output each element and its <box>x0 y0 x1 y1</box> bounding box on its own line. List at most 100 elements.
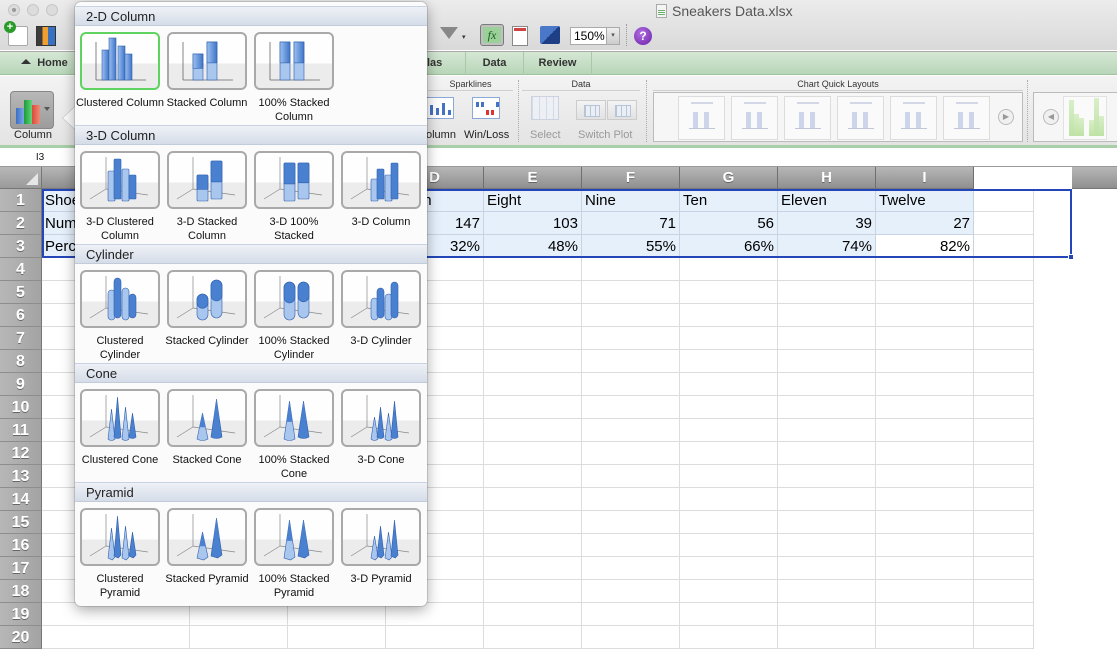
cell[interactable] <box>484 465 582 488</box>
cell[interactable] <box>974 557 1034 580</box>
cell[interactable] <box>484 488 582 511</box>
cell-g3[interactable]: 66% <box>680 235 778 258</box>
chart-type-3-d-column-button[interactable] <box>341 151 421 209</box>
cell[interactable] <box>876 465 974 488</box>
cell[interactable] <box>876 488 974 511</box>
quick-layout-thumb[interactable] <box>784 96 831 140</box>
zoom-window-button[interactable] <box>46 4 58 16</box>
row-header-15[interactable]: 15 <box>0 511 42 534</box>
cell[interactable] <box>582 488 680 511</box>
help-icon[interactable]: ? <box>634 27 652 45</box>
cell[interactable] <box>778 534 876 557</box>
cell[interactable] <box>680 488 778 511</box>
cell[interactable] <box>876 419 974 442</box>
cell[interactable] <box>484 442 582 465</box>
zoom-dropdown-icon[interactable]: ▾ <box>606 28 619 44</box>
cell[interactable] <box>876 580 974 603</box>
column-header-f[interactable]: F <box>582 167 680 189</box>
column-header-j[interactable] <box>1072 167 1117 189</box>
cell[interactable] <box>974 465 1034 488</box>
cell[interactable] <box>582 626 680 649</box>
cell[interactable] <box>778 281 876 304</box>
name-box[interactable]: I3 <box>0 151 80 167</box>
row-header-16[interactable]: 16 <box>0 534 42 557</box>
quick-layout-thumb[interactable] <box>837 96 884 140</box>
cell[interactable] <box>778 557 876 580</box>
cell[interactable] <box>680 557 778 580</box>
cell[interactable] <box>680 580 778 603</box>
cell[interactable] <box>876 626 974 649</box>
cell[interactable] <box>778 580 876 603</box>
cell[interactable] <box>778 327 876 350</box>
cell[interactable] <box>484 350 582 373</box>
row-header-12[interactable]: 12 <box>0 442 42 465</box>
cell[interactable] <box>974 603 1034 626</box>
cell[interactable] <box>484 580 582 603</box>
cell[interactable] <box>42 626 190 649</box>
cell[interactable] <box>582 557 680 580</box>
tab-data[interactable]: Data <box>466 52 524 75</box>
cell[interactable] <box>484 557 582 580</box>
switch-plot-rows-icon[interactable] <box>576 100 606 120</box>
cell[interactable] <box>974 281 1034 304</box>
cell[interactable] <box>778 258 876 281</box>
cell[interactable] <box>484 281 582 304</box>
cell[interactable] <box>778 419 876 442</box>
cell[interactable] <box>778 626 876 649</box>
cell-f2[interactable]: 71 <box>582 212 680 235</box>
cell[interactable] <box>484 626 582 649</box>
cell[interactable] <box>582 465 680 488</box>
chart-type-3-d-stacked-column-button[interactable] <box>167 151 247 209</box>
cell[interactable] <box>876 327 974 350</box>
chart-type-100-stacked-cone-button[interactable] <box>254 389 334 447</box>
sparkline-winloss-icon[interactable] <box>472 97 500 119</box>
cell[interactable] <box>582 603 680 626</box>
chart-type-3-d-cone-button[interactable] <box>341 389 421 447</box>
cell[interactable] <box>484 603 582 626</box>
cell[interactable] <box>778 603 876 626</box>
cell[interactable] <box>680 350 778 373</box>
cell[interactable] <box>974 327 1034 350</box>
cell[interactable] <box>680 511 778 534</box>
chart-type-clustered-pyramid-button[interactable] <box>80 508 160 566</box>
cell[interactable] <box>680 327 778 350</box>
excel-gallery-icon[interactable] <box>36 26 56 46</box>
cell-f1[interactable]: Nine <box>582 189 680 212</box>
cell-e3[interactable]: 48% <box>484 235 582 258</box>
cell[interactable] <box>974 511 1034 534</box>
cell[interactable] <box>680 626 778 649</box>
cell[interactable] <box>484 419 582 442</box>
row-header-6[interactable]: 6 <box>0 304 42 327</box>
cell-g1[interactable]: Ten <box>680 189 778 212</box>
media-browser-icon[interactable] <box>540 26 560 44</box>
fill-handle[interactable] <box>1068 254 1074 260</box>
chart-type-stacked-cone-button[interactable] <box>167 389 247 447</box>
row-header-8[interactable]: 8 <box>0 350 42 373</box>
cell[interactable] <box>582 511 680 534</box>
cell[interactable] <box>484 373 582 396</box>
row-header-3[interactable]: 3 <box>0 235 42 258</box>
zoom-select[interactable]: 150% ▾ <box>570 27 620 45</box>
quick-layout-thumb[interactable] <box>678 96 725 140</box>
chart-type-3-d-100-stacked-button[interactable] <box>254 151 334 209</box>
cell[interactable] <box>974 626 1034 649</box>
filter-dropdown-icon[interactable]: ▾ <box>462 33 466 41</box>
chart-type-stacked-cylinder-button[interactable] <box>167 270 247 328</box>
cell[interactable] <box>582 304 680 327</box>
cell[interactable] <box>974 442 1034 465</box>
row-header-9[interactable]: 9 <box>0 373 42 396</box>
chart-type-clustered-cylinder-button[interactable] <box>80 270 160 328</box>
cell[interactable] <box>876 373 974 396</box>
column-chart-button[interactable] <box>10 91 54 129</box>
cell[interactable] <box>680 465 778 488</box>
cell-i2[interactable]: 27 <box>876 212 974 235</box>
quick-layout-thumb[interactable] <box>943 96 990 140</box>
cell[interactable] <box>582 534 680 557</box>
cell[interactable] <box>974 235 1034 258</box>
row-header-19[interactable]: 19 <box>0 603 42 626</box>
cell[interactable] <box>974 488 1034 511</box>
cell[interactable] <box>680 603 778 626</box>
cell[interactable] <box>484 396 582 419</box>
cell[interactable] <box>778 350 876 373</box>
switch-plot-columns-icon[interactable] <box>607 100 637 120</box>
